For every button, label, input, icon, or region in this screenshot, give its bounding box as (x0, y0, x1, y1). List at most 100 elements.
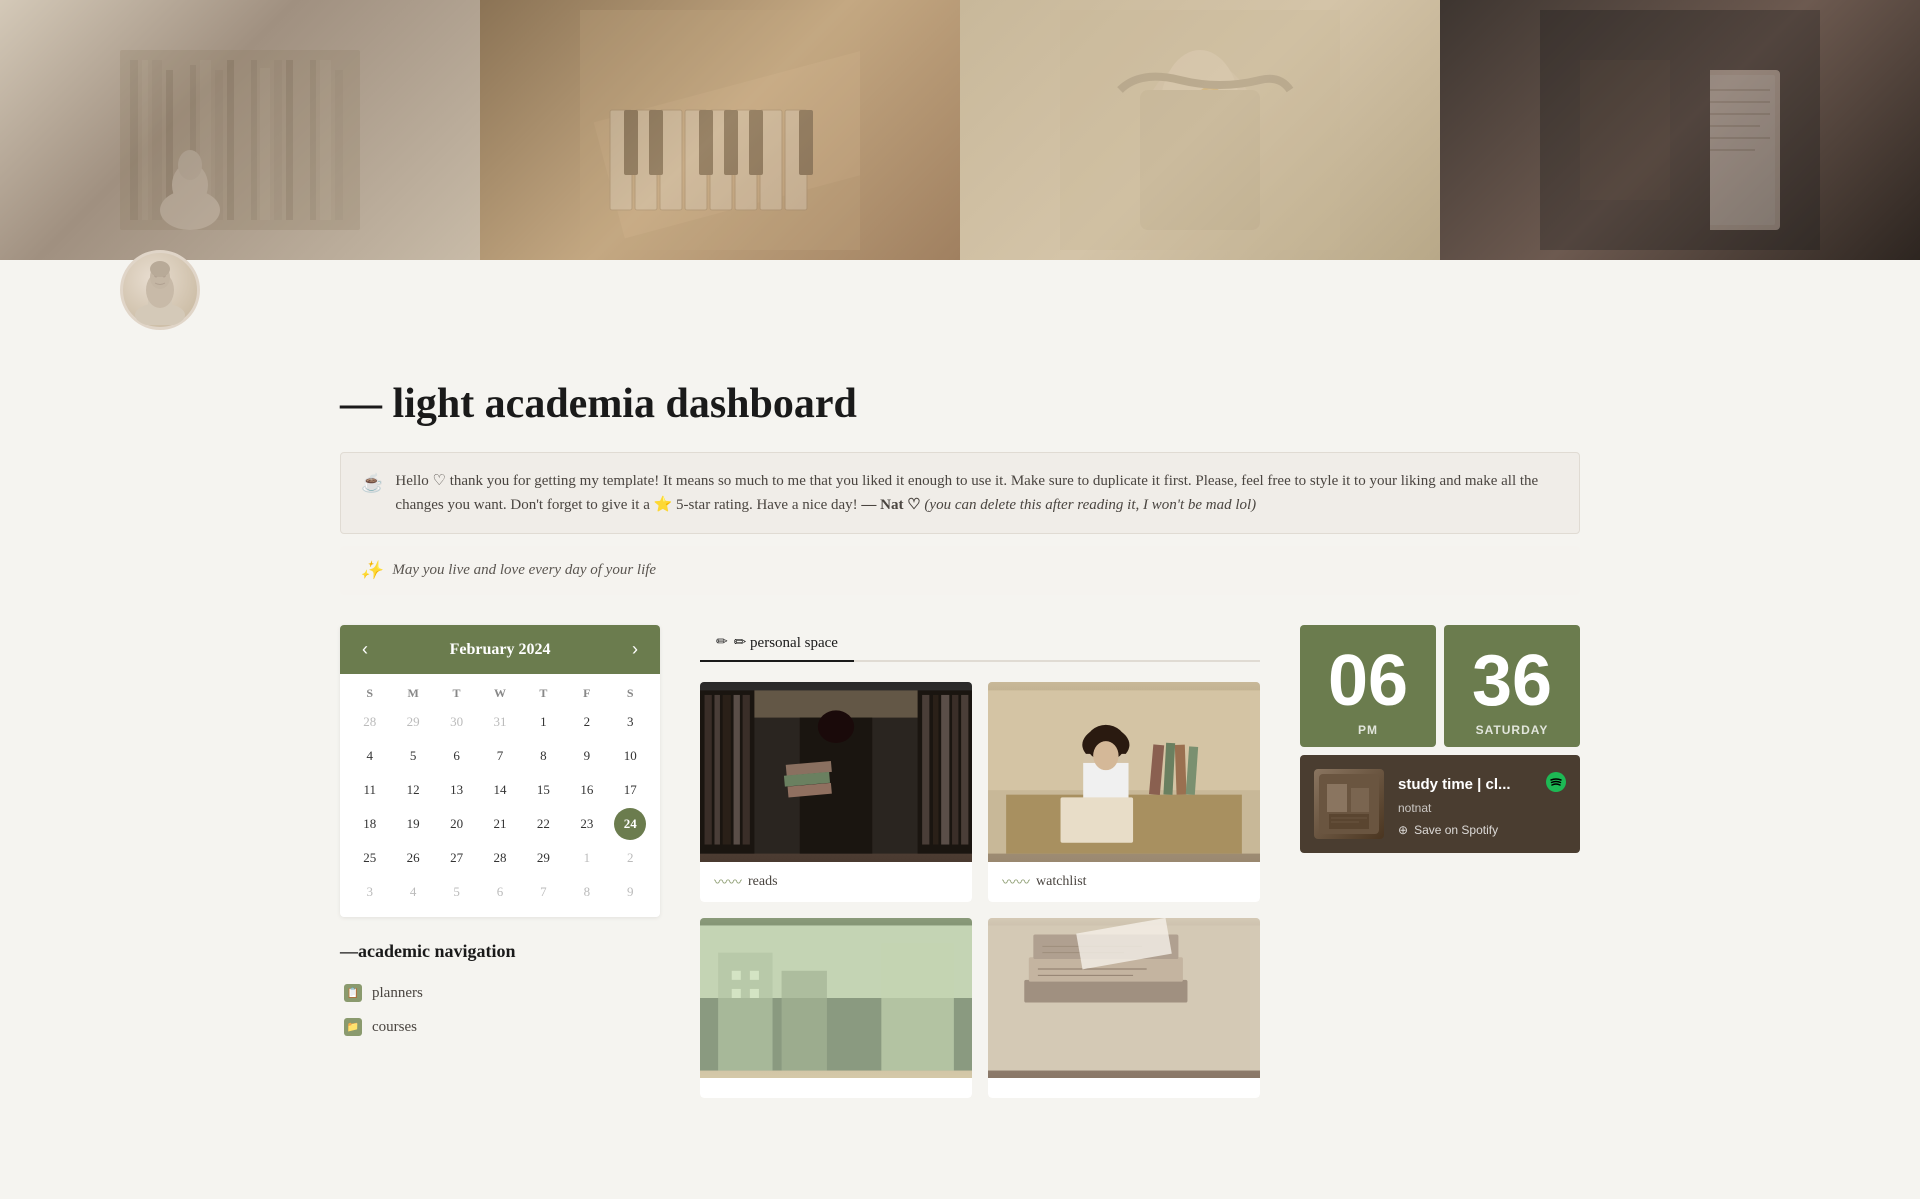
photo-card-4[interactable] (988, 918, 1260, 1098)
photo-4-image (988, 918, 1260, 1078)
cal-day[interactable]: 4 (354, 740, 386, 772)
cal-day[interactable]: 6 (484, 876, 516, 908)
cal-day[interactable]: 28 (354, 706, 386, 738)
nav-item-planners[interactable]: 📋 planners (340, 976, 660, 1010)
cal-day[interactable]: 3 (354, 876, 386, 908)
cal-day[interactable]: 17 (614, 774, 646, 806)
cal-day[interactable]: 7 (484, 740, 516, 772)
cal-day[interactable]: 30 (441, 706, 473, 738)
nav-item-courses[interactable]: 📁 courses (340, 1010, 660, 1044)
three-column-layout: ‹ February 2024 › S M T W T F S (340, 625, 1580, 1098)
cal-day[interactable]: 29 (397, 706, 429, 738)
cal-day[interactable]: 29 (527, 842, 559, 874)
cal-day[interactable]: 20 (441, 808, 473, 840)
photo-watchlist-image (988, 682, 1260, 862)
spotify-widget[interactable]: study time | cl... notnat ⊕ (1300, 755, 1580, 853)
cal-day[interactable]: 9 (571, 740, 603, 772)
spotify-save-button[interactable]: ⊕ Save on Spotify (1398, 823, 1566, 837)
tab-label-personal-space: ✏ personal space (734, 633, 838, 652)
hero-panel-1 (0, 0, 480, 260)
cal-day[interactable]: 25 (354, 842, 386, 874)
cal-day[interactable]: 14 (484, 774, 516, 806)
tilde-watchlist: 〰〰 (1002, 872, 1030, 892)
cal-day[interactable]: 6 (441, 740, 473, 772)
calendar-grid: S M T W T F S 28 29 30 31 1 (340, 674, 660, 917)
cal-day[interactable]: 8 (527, 740, 559, 772)
cal-day[interactable]: 3 (614, 706, 646, 738)
day-header-f: F (565, 686, 608, 701)
cal-day[interactable]: 23 (571, 808, 603, 840)
calendar-days: 28 29 30 31 1 2 3 4 5 6 7 8 9 1 (348, 705, 652, 909)
spotify-artist: notnat (1398, 801, 1566, 815)
hero-panel-reading (1440, 0, 1920, 260)
calendar-next-button[interactable]: › (626, 637, 644, 662)
cal-day-today[interactable]: 24 (614, 808, 646, 840)
cal-day[interactable]: 27 (441, 842, 473, 874)
cal-day[interactable]: 13 (441, 774, 473, 806)
right-column: 06 PM 36 SATURDAY (1300, 625, 1580, 853)
clock-hour: 06 (1328, 645, 1408, 717)
photo-label-watchlist: 〰〰 watchlist (988, 862, 1260, 902)
cal-day[interactable]: 9 (614, 876, 646, 908)
nav-label-courses: courses (372, 1019, 417, 1036)
hero-panel-piano (480, 0, 960, 260)
page-title: — light academia dashboard (340, 380, 1580, 428)
calendar-month-title: February 2024 (450, 641, 551, 659)
clock-minute-panel: 36 SATURDAY (1444, 625, 1580, 747)
sparkle-icon: ✨ (360, 560, 382, 581)
calendar-prev-button[interactable]: ‹ (356, 637, 374, 662)
cal-day[interactable]: 5 (397, 740, 429, 772)
cal-day[interactable]: 18 (354, 808, 386, 840)
cal-day[interactable]: 2 (571, 706, 603, 738)
bust-decoration (120, 250, 200, 330)
hero-panel-library (0, 0, 480, 260)
clock-period: PM (1358, 723, 1378, 737)
cal-day[interactable]: 19 (397, 808, 429, 840)
personal-space-tabs: ✏ ✏ personal space (700, 625, 1260, 662)
day-header-t2: T (522, 686, 565, 701)
planners-icon: 📋 (344, 984, 362, 1002)
cal-day[interactable]: 28 (484, 842, 516, 874)
photo-label-3 (700, 1078, 972, 1098)
cal-day[interactable]: 5 (441, 876, 473, 908)
cal-day[interactable]: 2 (614, 842, 646, 874)
cal-day[interactable]: 10 (614, 740, 646, 772)
cal-day[interactable]: 15 (527, 774, 559, 806)
left-column: ‹ February 2024 › S M T W T F S (340, 625, 660, 1044)
spotify-album-art (1314, 769, 1384, 839)
cal-day[interactable]: 22 (527, 808, 559, 840)
cal-day[interactable]: 12 (397, 774, 429, 806)
tilde-reads: 〰〰 (714, 872, 742, 892)
spotify-save-label: Save on Spotify (1414, 823, 1498, 837)
photo-card-reads[interactable]: 〰〰 reads (700, 682, 972, 902)
photo-card-watchlist[interactable]: 〰〰 watchlist (988, 682, 1260, 902)
hero-banner (0, 0, 1920, 260)
day-header-s2: S (609, 686, 652, 701)
spotify-save-plus-icon: ⊕ (1398, 823, 1408, 837)
photo-label-reads: 〰〰 reads (700, 862, 972, 902)
info-box: ☕ Hello ♡ thank you for getting my templ… (340, 452, 1580, 534)
photo-label-4 (988, 1078, 1260, 1098)
pencil-icon: ✏ (716, 634, 728, 651)
hero-panel-2 (480, 0, 960, 260)
cal-day[interactable]: 7 (527, 876, 559, 908)
cal-day[interactable]: 16 (571, 774, 603, 806)
courses-icon: 📁 (344, 1018, 362, 1036)
spotify-track-title: study time | cl... (1398, 776, 1511, 793)
info-icon: ☕ (361, 469, 383, 498)
cal-day[interactable]: 4 (397, 876, 429, 908)
cal-day[interactable]: 11 (354, 774, 386, 806)
photo-card-3[interactable] (700, 918, 972, 1098)
calendar-header: ‹ February 2024 › (340, 625, 660, 674)
tab-personal-space[interactable]: ✏ ✏ personal space (700, 625, 854, 662)
watchlist-label: watchlist (1036, 874, 1087, 890)
cal-day[interactable]: 1 (571, 842, 603, 874)
cal-day[interactable]: 1 (527, 706, 559, 738)
bust-section (0, 260, 1920, 300)
cal-day[interactable]: 8 (571, 876, 603, 908)
cal-day[interactable]: 31 (484, 706, 516, 738)
academic-nav: —academic navigation 📋 planners 📁 course… (340, 941, 660, 1044)
cal-day[interactable]: 26 (397, 842, 429, 874)
cal-day[interactable]: 21 (484, 808, 516, 840)
clock-widget: 06 PM 36 SATURDAY (1300, 625, 1580, 747)
